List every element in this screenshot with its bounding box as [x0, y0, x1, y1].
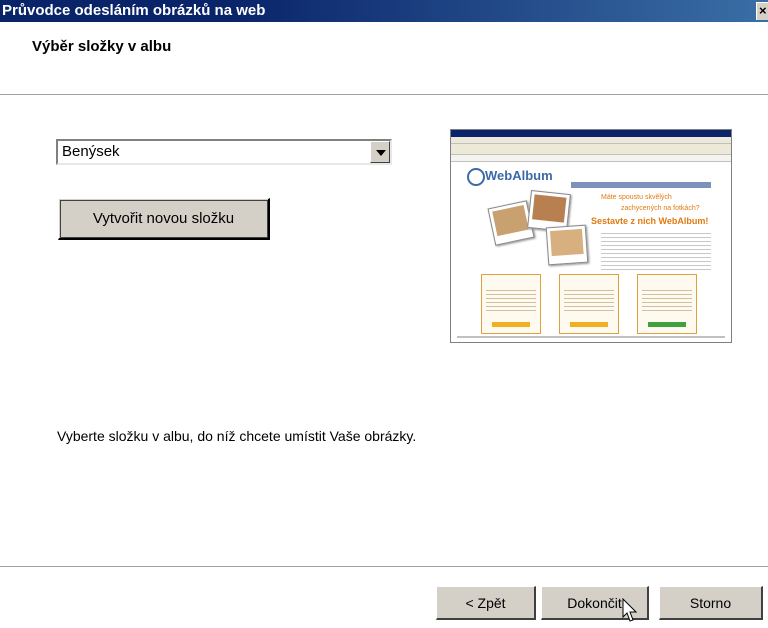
preview-headline-1: Máte spoustu skvělých	[601, 194, 672, 201]
preview-headline-3: Sestavte z nich WebAlbum!	[591, 216, 709, 226]
preview-logo: WebAlbum	[485, 168, 553, 183]
chevron-down-icon[interactable]	[370, 141, 390, 163]
preview-image: WebAlbum Máte spoustu skvělých zachycený…	[450, 129, 732, 343]
preview-feature-box	[559, 274, 619, 334]
preview-browser-menu	[451, 137, 731, 144]
preview-browser-titlebar	[451, 130, 731, 137]
preview-headline-2: zachycených na fotkách?	[621, 205, 700, 212]
footer-divider	[0, 566, 768, 568]
close-icon: ×	[759, 3, 767, 18]
page-title: Výběr složky v albu	[32, 38, 172, 55]
mouse-cursor-icon	[622, 598, 638, 622]
preview-footer	[457, 336, 725, 338]
preview-page: WebAlbum Máte spoustu skvělých zachycený…	[451, 162, 731, 342]
webalbum-logo-icon	[467, 168, 485, 186]
folder-select[interactable]: Benýsek	[56, 139, 392, 165]
preview-text-block	[601, 230, 711, 270]
preview-feature-box	[481, 274, 541, 334]
cancel-button[interactable]: Storno	[659, 586, 763, 620]
instruction-text: Vyberte složku v albu, do níž chcete umí…	[57, 428, 417, 444]
folder-select-value: Benýsek	[62, 143, 120, 160]
window-title: Průvodce odesláním obrázků na web	[2, 2, 266, 19]
preview-photo	[545, 224, 589, 266]
preview-feature-box	[637, 274, 697, 334]
preview-browser-address	[451, 155, 731, 162]
back-button[interactable]: < Zpět	[436, 586, 536, 620]
preview-browser-toolbar	[451, 144, 731, 155]
wizard-header	[0, 22, 768, 94]
create-folder-button[interactable]: Vytvořit novou složku	[58, 198, 270, 240]
close-button[interactable]: ×	[756, 2, 768, 20]
preview-nav	[571, 182, 711, 188]
title-bar: Průvodce odesláním obrázků na web ×	[0, 0, 768, 22]
